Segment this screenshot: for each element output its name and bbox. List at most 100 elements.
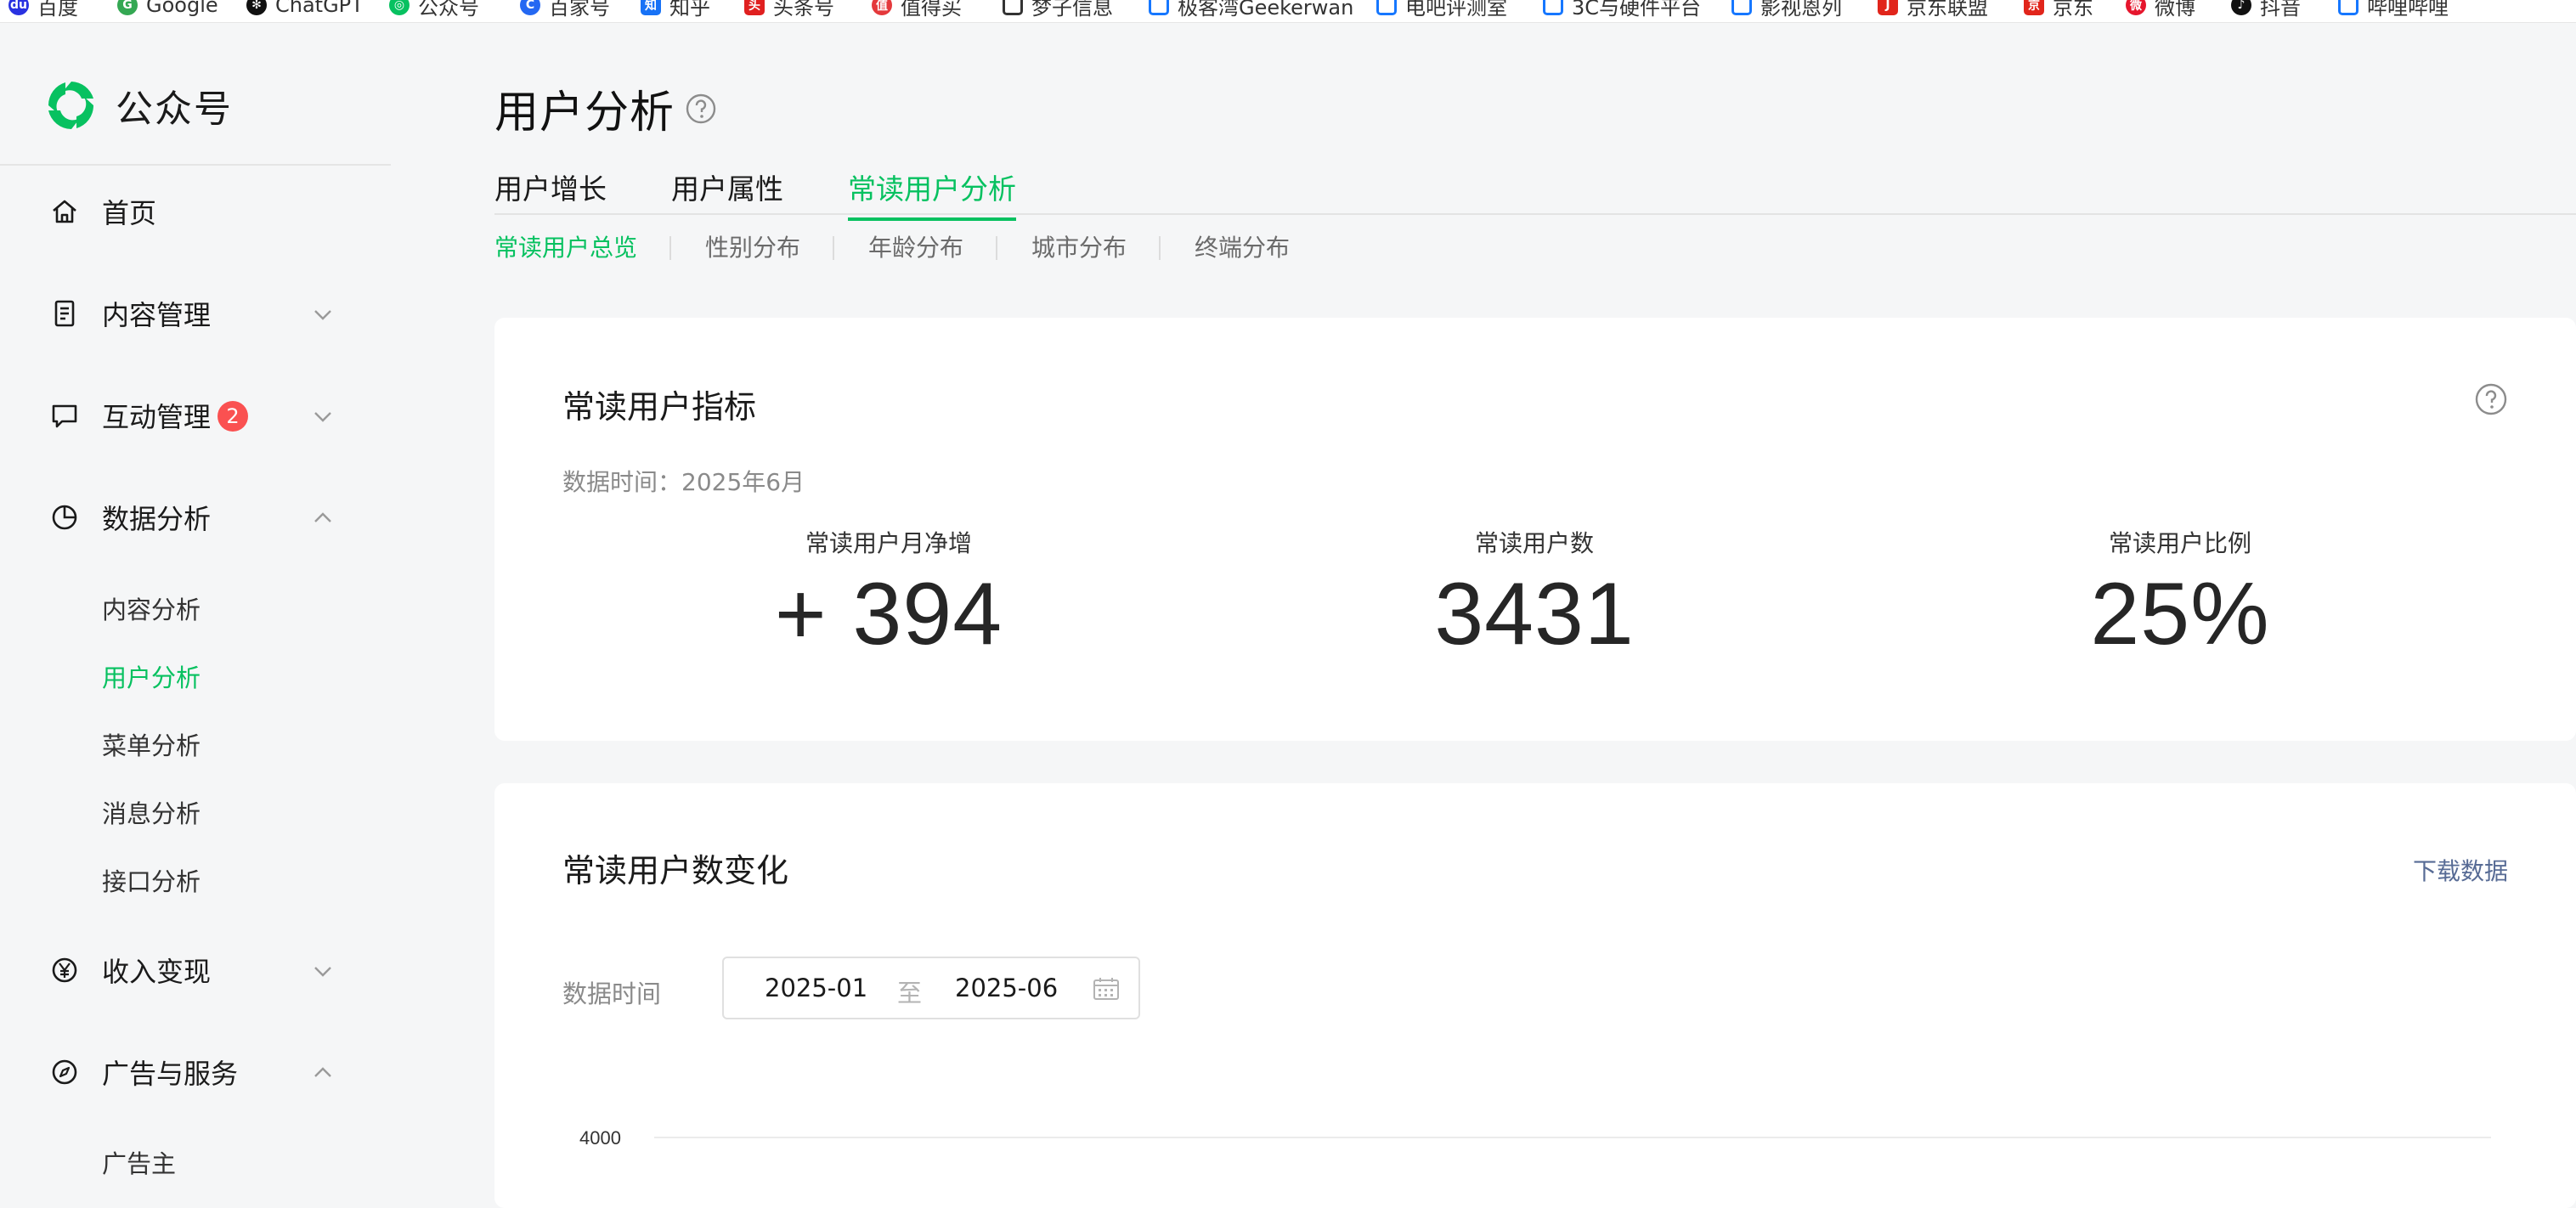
bookmark-baijiahao[interactable]: C 百家号 [520, 0, 610, 20]
bookmark-label: 微博 [2155, 0, 2195, 20]
subtab-age[interactable]: 年龄分布 [868, 229, 963, 263]
bookmark-smzdm[interactable]: 值 值得买 [872, 0, 962, 20]
bookmark-yingshi[interactable]: 影视恩列 [1731, 0, 1842, 20]
date-separator: 至 [897, 979, 923, 1008]
subtab-city[interactable]: 城市分布 [1031, 229, 1127, 263]
nav-data-analysis[interactable]: 数据分析 [0, 488, 391, 547]
bookmark-bilibili[interactable]: 哔哩哔哩 [2338, 0, 2449, 20]
card-title: 常读用户指标 [562, 388, 757, 426]
nav-label: 首页 [102, 197, 157, 229]
bookmark-label: 值得买 [901, 0, 962, 20]
bookmark-weibo[interactable]: 微 微博 [2126, 0, 2195, 20]
bookmark-label: 京东联盟 [1907, 0, 1988, 20]
subnav-advertiser[interactable]: 广告主 [102, 1141, 176, 1183]
bookmark-label: 百家号 [549, 0, 610, 20]
bookmark-gongzhonghao[interactable]: ◎ 公众号 [389, 0, 479, 20]
metric-value: + 394 [774, 565, 1003, 663]
subnav-message-analysis[interactable]: 消息分析 [102, 791, 201, 833]
bookmark-chatgpt[interactable]: ✻ ChatGPT [246, 0, 364, 19]
bookmarks-bar: du 百度 G Google ✻ ChatGPT ◎ 公众号 C 百家号 知 知… [0, 0, 2576, 23]
nav-label: 内容管理 [102, 299, 212, 331]
bookmark-toutiao[interactable]: 头 头条号 [744, 0, 834, 20]
bookmark-label: 3C与硬件平台 [1572, 0, 1702, 20]
bookmark-douyin[interactable]: ♪ 抖音 [2231, 0, 2301, 20]
nav-home[interactable]: 首页 [0, 182, 391, 241]
bookmark-label: 知乎 [669, 0, 710, 20]
weibo-icon: 微 [2126, 0, 2146, 15]
notification-badge: 2 [217, 401, 248, 432]
zhihu-icon: 知 [641, 0, 661, 15]
metric-label: 常读用户月净增 [805, 529, 972, 557]
nav-monetization[interactable]: 收入变现 [0, 940, 391, 1000]
chevron-up-icon [314, 1067, 331, 1077]
bilibili-icon [2338, 0, 2359, 15]
subnav-api-analysis[interactable]: 接口分析 [102, 859, 201, 901]
subnav-content-analysis[interactable]: 内容分析 [102, 587, 201, 629]
subtab-separator [833, 236, 834, 260]
bookmark-zhihu[interactable]: 知 知乎 [641, 0, 710, 20]
bookmark-google[interactable]: G Google [117, 0, 218, 19]
chart-gridline [654, 1137, 2491, 1138]
bookmark-label: 电吧评测室 [1405, 0, 1507, 20]
bookmark-3c[interactable]: 3C与硬件平台 [1543, 0, 1702, 20]
brand-logo[interactable]: 公众号 [42, 76, 233, 134]
nav-interaction-management[interactable]: 互动管理 2 [0, 386, 391, 445]
metrics-card: 常读用户指标 数据时间：2025年6月 常读用户月净增 + 394 常读用户数 … [494, 318, 2576, 741]
y-axis-tick: 4000 [579, 1127, 621, 1149]
bookmark-geekerwan[interactable]: 极客湾Geekerwan [1149, 0, 1353, 20]
date-end[interactable]: 2025-06 [955, 974, 1058, 1002]
calendar-icon [1093, 978, 1119, 1000]
chat-icon [52, 404, 77, 428]
bookmark-label: ChatGPT [275, 0, 364, 17]
bookmark-icon [1376, 0, 1397, 15]
subtab-device[interactable]: 终端分布 [1195, 229, 1290, 263]
douyin-icon: ♪ [2231, 0, 2251, 15]
jd-union-icon: J [1878, 0, 1898, 15]
chatgpt-icon: ✻ [246, 0, 267, 15]
subtab-gender[interactable]: 性别分布 [705, 229, 800, 263]
metric-value: 3431 [1434, 565, 1635, 663]
document-icon [54, 300, 75, 327]
subtab-overview[interactable]: 常读用户总览 [494, 229, 637, 263]
bookmark-label: 抖音 [2260, 0, 2301, 20]
sidebar: 公众号 首页 内容管理 互动管理 2 数据分析 内容分析 用户分析 菜单分析 消… [0, 22, 391, 1193]
bookmark-label: 头条号 [773, 0, 834, 20]
wechat-mp-icon: ◎ [389, 0, 410, 15]
bookmark-baidu[interactable]: du 百度 [8, 0, 78, 20]
nav-content-management[interactable]: 内容管理 [0, 284, 391, 343]
chevron-up-icon [314, 512, 331, 522]
bookmark-mengzi[interactable]: 梦子信息 [1003, 0, 1113, 20]
brand-name: 公众号 [116, 87, 233, 131]
nav-ads-services[interactable]: 广告与服务 [0, 1042, 391, 1102]
help-icon[interactable] [2474, 382, 2508, 416]
metric-frequent-reader-ratio: 常读用户比例 25% [1968, 525, 2392, 665]
metric-monthly-net-increase: 常读用户月净增 + 394 [676, 525, 1101, 665]
pie-chart-icon [52, 505, 77, 530]
download-data-link[interactable]: 下载数据 [2413, 853, 2508, 887]
tab-user-attributes[interactable]: 用户属性 [671, 167, 783, 217]
page-title: 用户分析 [494, 76, 717, 140]
bookmark-jd[interactable]: 京 京东 [2024, 0, 2093, 20]
tab-user-growth[interactable]: 用户增长 [494, 167, 607, 217]
subtab-separator [669, 236, 671, 260]
nav-label: 互动管理 [102, 401, 212, 433]
bookmark-dianba[interactable]: 电吧评测室 [1376, 0, 1507, 20]
toutiao-icon: 头 [744, 0, 765, 15]
metric-label: 常读用户数 [1474, 529, 1594, 557]
baidu-icon: du [8, 0, 29, 15]
chevron-down-icon [314, 310, 331, 320]
chevron-down-icon [314, 412, 331, 422]
nav-label: 广告与服务 [102, 1058, 239, 1090]
jd-icon: 京 [2024, 0, 2044, 15]
subnav-menu-analysis[interactable]: 菜单分析 [102, 723, 201, 765]
tab-divider [494, 213, 2576, 215]
bookmark-icon [1731, 0, 1752, 15]
date-range-picker[interactable]: 2025-01 至 2025-06 [722, 957, 1140, 1019]
wechat-mp-logo-icon [48, 82, 94, 129]
help-icon[interactable] [685, 93, 717, 125]
bookmark-jd-union[interactable]: J 京东联盟 [1878, 0, 1988, 20]
bookmark-label: 公众号 [418, 0, 479, 20]
subnav-user-analysis[interactable]: 用户分析 [102, 655, 201, 697]
date-start[interactable]: 2025-01 [765, 974, 867, 1002]
metric-value: 25% [2090, 565, 2270, 663]
